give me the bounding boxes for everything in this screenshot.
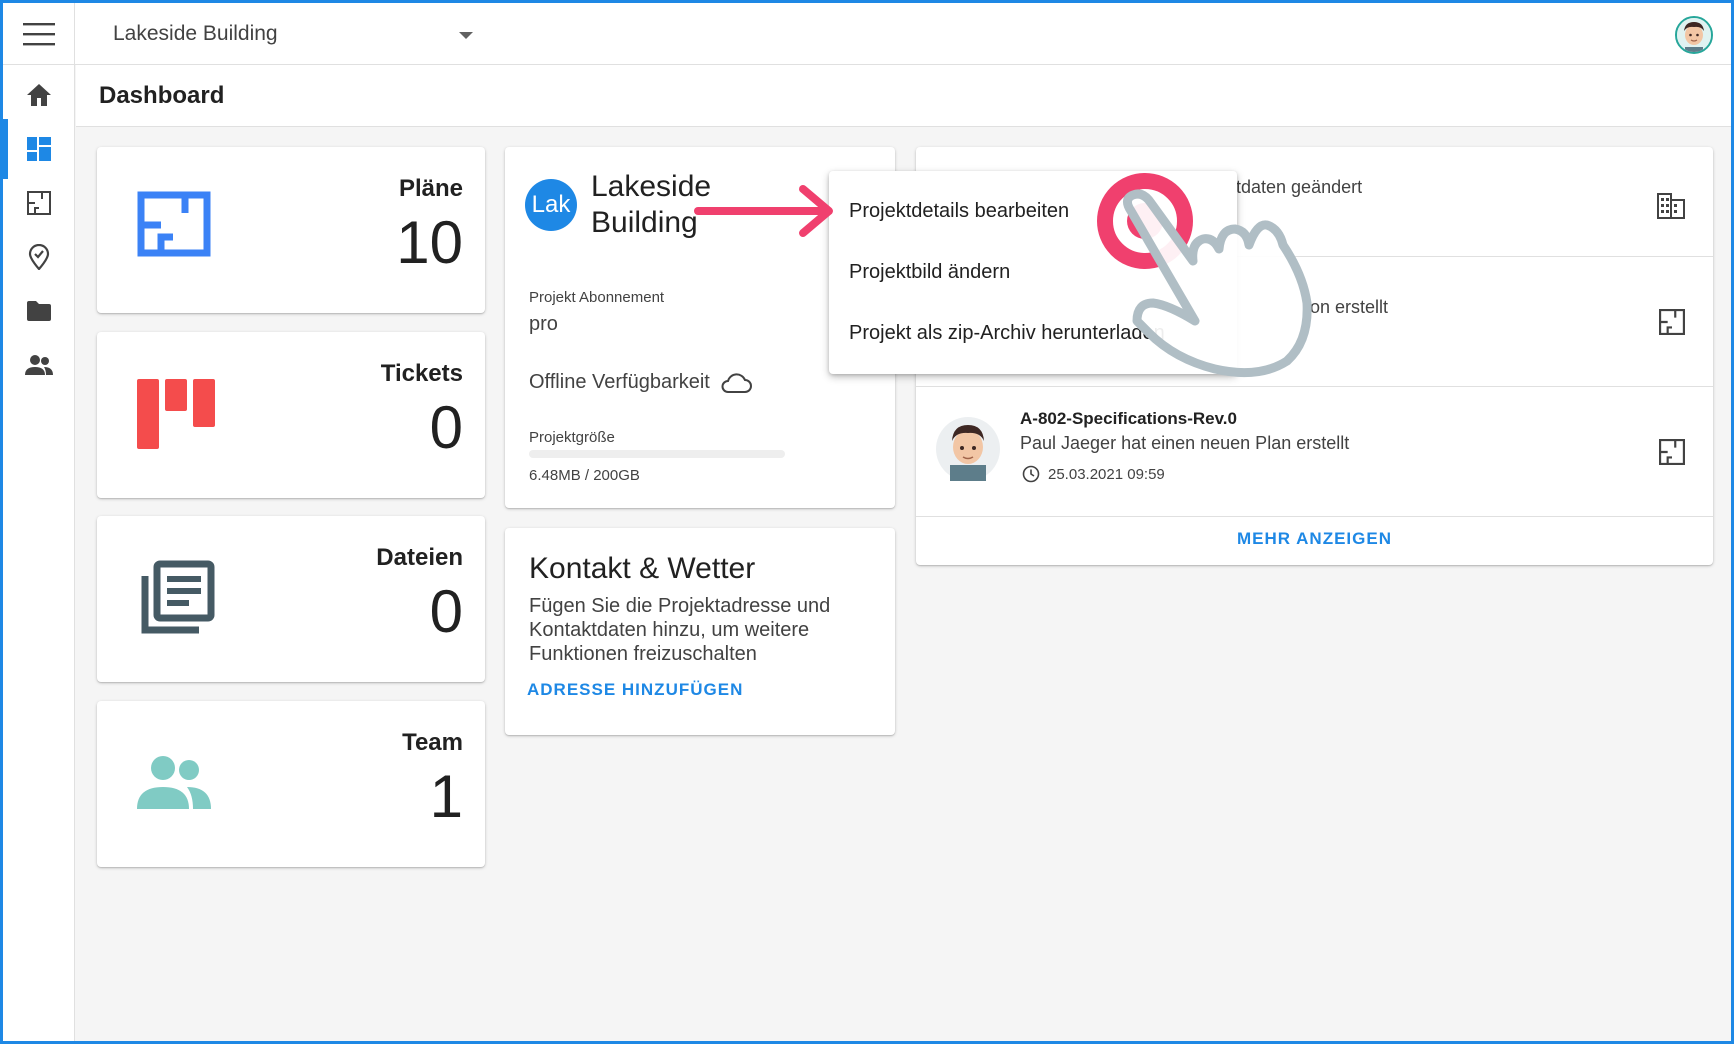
user-avatar-face (936, 417, 1000, 481)
offline-label: Offline Verfügbarkeit (529, 371, 710, 393)
activity-text: tdaten geändert (1236, 177, 1363, 197)
menu-item-download-zip[interactable]: Projekt als zip-Archiv herunterladen (829, 303, 1237, 363)
nav-item-team[interactable] (3, 335, 75, 395)
hamburger-icon (22, 23, 55, 46)
stat-label: Dateien (376, 544, 463, 571)
app-window: Lakeside Building Dashboard Pläne 10 Tic… (0, 0, 1734, 1044)
user-avatar[interactable] (1675, 16, 1713, 54)
activity-title: A-802-Specifications-Rev.0 (1020, 409, 1237, 428)
nav-item-tickets[interactable] (3, 227, 75, 287)
team-icon (25, 355, 53, 375)
stat-card-files[interactable]: Dateien 0 (97, 516, 485, 682)
page-title: Dashboard (99, 82, 225, 109)
activity-item[interactable]: A-802-Specifications-Rev.0 Paul Jaeger h… (916, 387, 1713, 517)
page-header: Dashboard (76, 65, 1731, 127)
menu-item-change-image[interactable]: Projektbild ändern (829, 242, 1237, 302)
hamburger-menu-button[interactable] (3, 3, 75, 65)
menu-item-edit-details[interactable]: Projektdetails bearbeiten (829, 181, 1237, 241)
subscription-value: pro (529, 313, 558, 335)
project-select[interactable]: Lakeside Building (113, 3, 473, 65)
plan-icon (1659, 309, 1685, 335)
plan-icon (1659, 439, 1685, 465)
home-icon (27, 84, 51, 106)
add-address-button[interactable]: ADRESSE HINZUFÜGEN (527, 680, 743, 700)
project-badge[interactable]: Lak (525, 179, 577, 231)
nav-item-dashboard[interactable] (3, 119, 75, 179)
stat-value: 0 (429, 394, 463, 461)
plan-icon (27, 191, 51, 215)
activity-text: Paul Jaeger hat einen neuen Plan erstell… (1020, 433, 1350, 453)
files-stat-icon (137, 560, 215, 643)
dashboard-icon (27, 137, 51, 161)
avatar-face-icon (1677, 18, 1711, 52)
stat-value: 0 (429, 578, 463, 645)
clock-icon (1022, 465, 1040, 483)
stat-card-plans[interactable]: Pläne 10 (97, 147, 485, 313)
show-more-button[interactable]: MEHR ANZEIGEN (916, 529, 1713, 549)
folder-icon (27, 301, 51, 321)
top-bar: Lakeside Building (3, 3, 1731, 65)
stat-card-tickets[interactable]: Tickets 0 (97, 332, 485, 498)
stat-label: Tickets (380, 360, 463, 387)
caret-down-icon (459, 32, 473, 39)
plan-stat-icon (137, 191, 211, 262)
side-navigation (3, 65, 75, 1041)
activity-text: ion erstellt (1306, 297, 1389, 317)
building-icon (1657, 193, 1685, 219)
activity-time-text: 25.03.2021 09:59 (1048, 465, 1165, 483)
project-select-value: Lakeside Building (113, 22, 278, 45)
size-label: Projektgröße (529, 429, 615, 446)
contact-title: Kontakt & Wetter (529, 552, 756, 585)
offline-availability[interactable]: Offline Verfügbarkeit (529, 371, 752, 394)
size-value: 6.48MB / 200GB (529, 467, 640, 484)
subscription-label: Projekt Abonnement (529, 289, 665, 306)
ticket-pin-icon (28, 244, 50, 270)
stat-card-team[interactable]: Team 1 (97, 701, 485, 867)
stat-value: 1 (429, 763, 463, 830)
project-size-progress (529, 450, 785, 458)
nav-item-plans[interactable] (3, 173, 75, 233)
nav-item-home[interactable] (3, 65, 75, 125)
ticket-stat-icon (137, 379, 215, 454)
stat-label: Team (402, 729, 463, 756)
cloud-icon (721, 372, 752, 393)
project-context-menu: Projektdetails bearbeiten Projektbild än… (829, 171, 1237, 374)
project-name[interactable]: Lakeside Building (591, 169, 761, 241)
nav-item-files[interactable] (3, 281, 75, 341)
stat-label: Pläne (398, 175, 463, 202)
team-stat-icon (137, 755, 211, 814)
contact-weather-card: Kontakt & Wetter Fügen Sie die Projektad… (505, 528, 895, 735)
activity-time: 25.03.2021 09:59 (1022, 465, 1165, 483)
stat-value: 10 (396, 209, 463, 276)
contact-text: Fügen Sie die Projektadresse und Kontakt… (529, 595, 831, 665)
